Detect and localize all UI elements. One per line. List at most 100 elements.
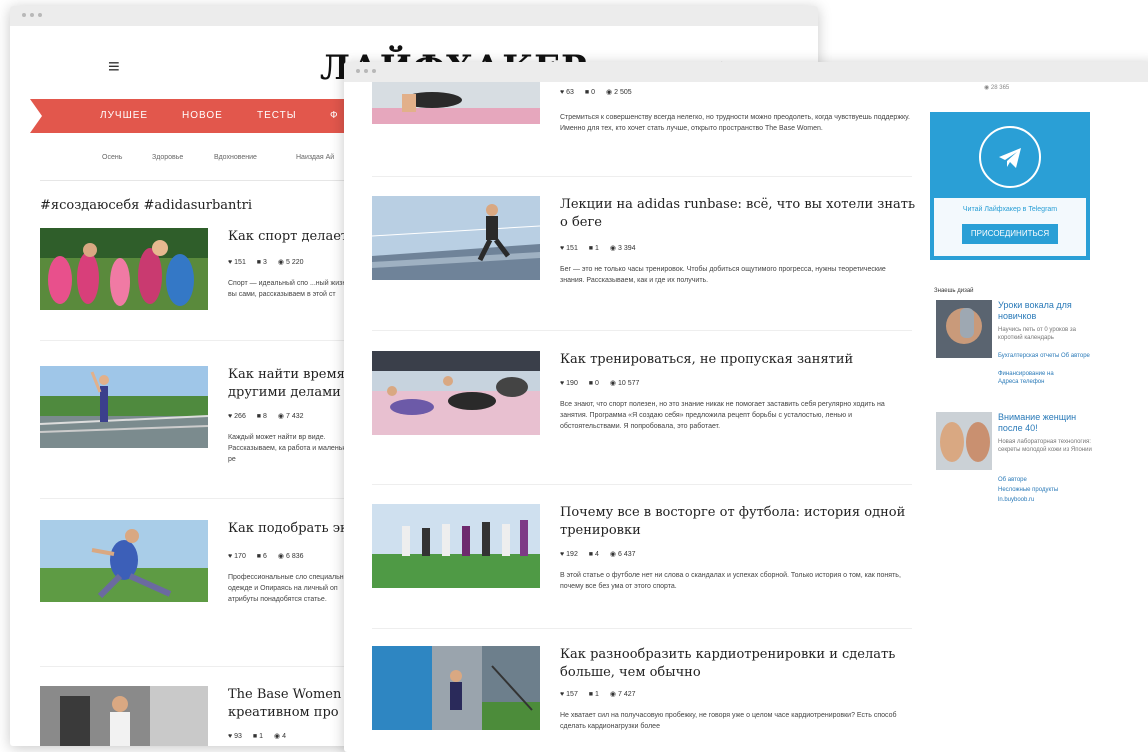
eye-icon: ◉ — [609, 691, 616, 698]
divider — [372, 330, 912, 331]
nav-item-tests[interactable]: ТЕСТЫ — [257, 110, 297, 121]
ad-description: Научись петь от 0 уроков за короткий кал… — [998, 327, 1077, 341]
article-thumbnail[interactable] — [372, 646, 540, 730]
subnav-item[interactable]: Здоровье — [152, 154, 183, 161]
article-stats: ♥ 151 ■ 1 ◉ 3 394 — [560, 245, 636, 252]
article-excerpt: Бег — это не только часы тренировок. Что… — [560, 266, 886, 284]
comment-icon: ■ — [588, 380, 594, 387]
ad-item[interactable]: Уроки вокала для новичков Научись петь о… — [936, 300, 1096, 410]
comment-icon: ■ — [588, 551, 594, 558]
eye-icon: ◉ — [274, 733, 281, 740]
article-card[interactable]: Почему все в восторге от футбола: истори… — [372, 504, 912, 624]
comment-icon: ■ — [256, 553, 262, 560]
comment-icon: ■ — [584, 89, 590, 96]
heart-icon: ♥ — [228, 259, 233, 266]
telegram-icon — [979, 126, 1041, 188]
article-stats: ♥ 151 ■ 3 ◉ 5 220 — [228, 259, 304, 266]
article-excerpt: Профессиональные сло специальной одежде … — [228, 574, 352, 603]
divider — [372, 176, 912, 177]
article-excerpt: В этой статье о футболе нет ни слова о с… — [560, 572, 901, 590]
article-title[interactable]: Почему все в восторге от футбола: истори… — [560, 504, 920, 540]
ad-thumbnail[interactable] — [936, 300, 992, 358]
nav-item-more[interactable]: Ф — [330, 110, 339, 121]
telegram-text: Читай Лайфхакер в Telegram — [962, 206, 1058, 213]
comment-icon: ■ — [588, 691, 594, 698]
article-card[interactable]: Лекции на adidas runbase: всё, что вы хо… — [372, 196, 915, 316]
article-thumbnail[interactable] — [40, 366, 208, 448]
article-stats: ♥ 192 ■ 4 ◉ 6 437 — [560, 551, 636, 558]
article-excerpt: Каждый может найти вр виде. Рассказываем… — [228, 434, 354, 463]
article-title[interactable]: Как тренироваться, не пропуская занятий — [560, 351, 920, 369]
subnav-item[interactable]: Осень — [102, 154, 122, 161]
eye-icon: ◉ — [609, 380, 616, 387]
window-title-bar — [10, 6, 818, 26]
ad-title[interactable]: Внимание женщин после 40! — [998, 412, 1094, 434]
window-controls[interactable] — [22, 13, 42, 17]
article-thumbnail[interactable] — [40, 520, 208, 602]
ad-link[interactable]: Несложные продукты — [998, 486, 1094, 494]
heart-icon: ♥ — [228, 553, 233, 560]
ad-link[interactable]: Финансирование на — [998, 370, 1094, 378]
divider — [372, 484, 912, 485]
article-thumbnail[interactable] — [40, 228, 208, 310]
heart-icon: ♥ — [228, 733, 233, 740]
window-controls[interactable] — [356, 69, 376, 73]
article-thumbnail[interactable] — [372, 351, 540, 435]
article-thumbnail[interactable] — [372, 82, 540, 124]
article-title[interactable]: Как разнообразить кардиотренировки и сде… — [560, 646, 920, 682]
heart-icon: ♥ — [560, 245, 565, 252]
eye-icon: ◉ — [609, 551, 616, 558]
nav-item-new[interactable]: НОВОЕ — [182, 110, 223, 121]
ad-link[interactable]: Бухгалтерская отчеты Об авторе — [998, 352, 1094, 360]
comment-icon: ■ — [256, 259, 262, 266]
ad-label: Знаешь дизай — [934, 288, 974, 294]
eye-icon: ◉ — [277, 553, 284, 560]
comment-icon: ■ — [252, 733, 258, 740]
article-thumbnail[interactable] — [40, 686, 208, 746]
article-stats: ♥ 63 ■ 0 ◉ 2 505 — [560, 89, 632, 96]
article-stats: ♥ 170 ■ 6 ◉ 6 836 — [228, 553, 304, 560]
nav-item-best[interactable]: ЛУЧШЕЕ — [100, 110, 148, 121]
article-excerpt: Не хватает сил на получасовую пробежку, … — [560, 712, 897, 730]
eye-icon: ◉ — [984, 85, 990, 91]
telegram-widget[interactable]: Читай Лайфхакер в Telegram ПРИСОЕДИНИТЬС… — [930, 112, 1090, 260]
eye-icon: ◉ — [277, 259, 284, 266]
join-button[interactable]: ПРИСОЕДИНИТЬСЯ — [962, 224, 1058, 244]
subnav-item[interactable]: Наиздая Ай — [296, 154, 334, 161]
article-excerpt: Все знают, что спорт полезен, но это зна… — [560, 401, 885, 430]
comment-icon: ■ — [588, 245, 594, 252]
front-browser-window: ♥ 63 ■ 0 ◉ 2 505 Стремиться к совершенству … — [344, 62, 1148, 752]
article-stats: ♥ 157 ■ 1 ◉ 7 427 — [560, 691, 636, 698]
ad-link[interactable]: Адреса телефон — [998, 378, 1094, 386]
ad-description: Новая лабораторная технология: секреты м… — [998, 439, 1092, 453]
ad-link[interactable]: ln.buyboob.ru — [998, 496, 1094, 504]
article-title[interactable]: Лекции на adidas runbase: всё, что вы хо… — [560, 196, 920, 232]
article-excerpt: Спорт — идеальный спо ...ный жизни и вы … — [228, 280, 356, 298]
article-card[interactable]: Как разнообразить кардиотренировки и сде… — [372, 646, 912, 752]
article-thumbnail[interactable] — [372, 196, 540, 280]
heart-icon: ♥ — [560, 380, 565, 387]
ad-thumbnail[interactable] — [936, 412, 992, 470]
ad-title[interactable]: Уроки вокала для новичков — [998, 300, 1094, 322]
views-counter: ◉ 28 365 — [984, 85, 1010, 91]
eye-icon: ◉ — [277, 413, 284, 420]
eye-icon: ◉ — [609, 245, 616, 252]
article-stats: ♥ 93 ■ 1 ◉ 4 — [228, 733, 287, 740]
ad-link[interactable]: Об авторе — [998, 476, 1094, 484]
divider — [372, 628, 912, 629]
article-thumbnail[interactable] — [372, 504, 540, 588]
article-card[interactable]: ♥ 63 ■ 0 ◉ 2 505 Стремиться к совершенству … — [372, 82, 912, 154]
heart-icon: ♥ — [560, 89, 565, 96]
eye-icon: ◉ — [606, 89, 613, 96]
article-stats: ♥ 190 ■ 0 ◉ 10 577 — [560, 380, 640, 387]
heart-icon: ♥ — [228, 413, 233, 420]
page-title: #ясоздаюсебя #adidasurbantri — [40, 198, 252, 213]
article-stats: ♥ 266 ■ 8 ◉ 7 432 — [228, 413, 304, 420]
subnav-item[interactable]: Вдохновение — [214, 154, 257, 161]
ad-item[interactable]: Внимание женщин после 40! Новая лаборато… — [936, 412, 1096, 522]
heart-icon: ♥ — [560, 551, 565, 558]
comment-icon: ■ — [256, 413, 262, 420]
hamburger-menu-icon[interactable]: ≡ — [108, 56, 120, 79]
heart-icon: ♥ — [560, 691, 565, 698]
article-card[interactable]: Как тренироваться, не пропуская занятий … — [372, 351, 912, 471]
